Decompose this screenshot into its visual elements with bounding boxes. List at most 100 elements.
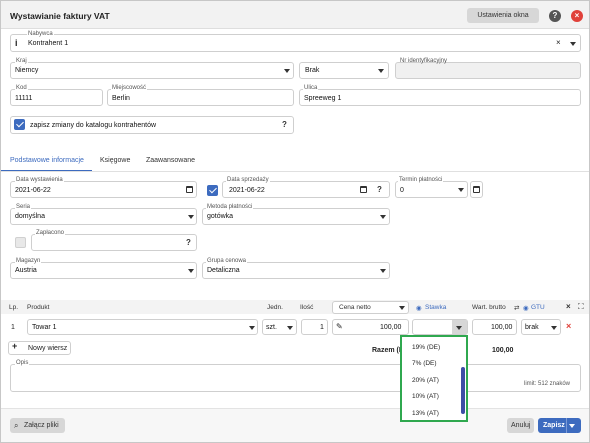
chevron-down-icon[interactable] bbox=[456, 326, 462, 330]
street-value: Spreeweg 1 bbox=[304, 95, 342, 102]
attach-files-button[interactable]: ⌕ Załącz pliki bbox=[10, 418, 65, 433]
chevron-down-icon[interactable] bbox=[380, 269, 386, 273]
delete-row-icon[interactable]: × bbox=[566, 321, 571, 331]
total-value: 100,00 bbox=[492, 347, 514, 354]
warehouse-label: Magazyn bbox=[15, 258, 42, 264]
rate-eye-icon[interactable]: ◉ bbox=[416, 304, 422, 312]
col-rate[interactable]: Stawka bbox=[425, 304, 446, 311]
sale-date-value: 2021-06-22 bbox=[229, 187, 265, 194]
pencil-icon[interactable]: ✎ bbox=[336, 322, 343, 331]
invoice-window: Wystawianie faktury VAT Ustawienia okna … bbox=[0, 0, 590, 443]
rate-option[interactable]: 13% (AT) bbox=[412, 410, 439, 417]
chevron-down-icon[interactable] bbox=[570, 42, 576, 46]
attach-files-label: Załącz pliki bbox=[24, 422, 59, 429]
chevron-down-icon[interactable] bbox=[569, 424, 575, 428]
save-button[interactable]: Zapisz bbox=[538, 418, 581, 433]
chevron-down-icon[interactable] bbox=[458, 188, 464, 192]
chevron-down-icon[interactable] bbox=[188, 215, 194, 219]
paid-checkbox[interactable] bbox=[15, 237, 26, 248]
warehouse-value: Austria bbox=[15, 267, 37, 274]
dropdown-scrollbar[interactable] bbox=[461, 367, 465, 414]
city-field[interactable] bbox=[107, 89, 294, 106]
help-icon[interactable]: ? bbox=[549, 10, 561, 22]
expand-icon[interactable]: ⛶ bbox=[578, 302, 584, 312]
series-label: Seria bbox=[15, 204, 32, 210]
rate-option[interactable]: 7% (DE) bbox=[412, 360, 437, 367]
row-qty: 1 bbox=[320, 324, 324, 331]
vat-status-value: Brak bbox=[305, 67, 320, 74]
window-title: Wystawianie faktury VAT bbox=[10, 11, 110, 21]
help-icon[interactable]: ? bbox=[282, 120, 287, 129]
chevron-down-icon[interactable] bbox=[551, 326, 557, 330]
taxid-field bbox=[395, 62, 581, 79]
window-settings-button[interactable]: Ustawienia okna bbox=[467, 8, 539, 23]
close-icon[interactable]: × bbox=[571, 10, 583, 22]
chevron-down-icon[interactable] bbox=[287, 326, 293, 330]
col-lp: Lp. bbox=[9, 304, 19, 311]
close-icon[interactable]: × bbox=[566, 302, 571, 311]
postcode-value: 11111 bbox=[15, 95, 33, 102]
city-label: Miejscowość bbox=[111, 85, 148, 91]
save-changes-label: zapisz zmiany do katalogu kontrahentów bbox=[30, 122, 157, 129]
row-lp: 1 bbox=[11, 324, 15, 331]
tab-accounting[interactable]: Księgowe bbox=[100, 157, 130, 164]
col-price-type: Cena netto bbox=[339, 304, 371, 311]
col-product: Produkt bbox=[27, 304, 50, 311]
col-gtu[interactable]: GTU bbox=[531, 304, 545, 311]
product-select[interactable] bbox=[27, 319, 258, 335]
sale-date-checkbox[interactable] bbox=[207, 185, 218, 196]
tab-basic-info[interactable]: Podstawowe informacje bbox=[10, 157, 84, 164]
notes-label: Opis bbox=[15, 360, 30, 366]
chevron-down-icon[interactable] bbox=[378, 69, 384, 73]
chevron-down-icon[interactable] bbox=[249, 326, 255, 330]
save-label: Zapisz bbox=[543, 422, 565, 429]
help-icon[interactable]: ? bbox=[377, 185, 382, 194]
tab-advanced[interactable]: Zaawansowane bbox=[146, 157, 195, 164]
issue-date-label: Data wystawienia bbox=[15, 177, 64, 183]
postcode-label: Kod bbox=[15, 85, 28, 91]
payment-method-label: Metoda płatności bbox=[206, 204, 254, 210]
row-gtu: brak bbox=[525, 324, 539, 331]
country-label: Kraj bbox=[15, 58, 28, 64]
rate-dropdown: 19% (DE) 7% (DE) 20% (AT) 10% (AT) 13% (… bbox=[400, 335, 468, 422]
taxid-label: Nr identyfikacyjny bbox=[400, 58, 448, 64]
calendar-icon[interactable] bbox=[186, 186, 193, 193]
notes-field[interactable] bbox=[10, 364, 581, 392]
chevron-down-icon[interactable] bbox=[399, 306, 405, 310]
total-label: Razem (E bbox=[372, 347, 404, 354]
series-value: domyślna bbox=[15, 213, 45, 220]
add-row-label: Nowy wiersz bbox=[28, 345, 68, 352]
save-changes-checkbox[interactable] bbox=[14, 119, 25, 130]
chevron-down-icon[interactable] bbox=[188, 269, 194, 273]
row-product: Towar 1 bbox=[32, 324, 57, 331]
calendar-icon[interactable] bbox=[360, 186, 367, 193]
cancel-button[interactable]: Anuluj bbox=[507, 418, 534, 433]
issue-date-value: 2021-06-22 bbox=[15, 187, 51, 194]
buyer-label: Nabywca bbox=[27, 31, 54, 37]
sort-icon[interactable]: ⇄ bbox=[514, 304, 519, 312]
help-icon[interactable]: ? bbox=[186, 238, 191, 247]
col-qty: Ilość bbox=[300, 304, 314, 311]
clear-icon[interactable]: × bbox=[556, 38, 561, 47]
payment-term-label: Termin płatności bbox=[398, 177, 444, 183]
tab-divider bbox=[1, 171, 589, 172]
paid-label: Zapłacono bbox=[35, 230, 66, 236]
buyer-field[interactable] bbox=[10, 34, 581, 52]
footer-bar bbox=[1, 408, 589, 442]
row-gross: 100,00 bbox=[491, 324, 513, 331]
sale-date-label: Data sprzedaży bbox=[226, 177, 270, 183]
rate-option[interactable]: 10% (AT) bbox=[412, 393, 439, 400]
gtu-eye-icon[interactable]: ◉ bbox=[523, 304, 529, 312]
chevron-down-icon[interactable] bbox=[284, 69, 290, 73]
row-price: 100,00 bbox=[380, 324, 402, 331]
warehouse-select[interactable] bbox=[10, 262, 197, 279]
paid-field[interactable] bbox=[31, 234, 197, 251]
country-select[interactable] bbox=[10, 62, 294, 79]
col-gross: Wart. brutto bbox=[472, 304, 506, 311]
rate-option[interactable]: 20% (AT) bbox=[412, 377, 439, 384]
plus-icon: + bbox=[12, 341, 18, 351]
rate-option[interactable]: 19% (DE) bbox=[412, 344, 440, 351]
street-label: Ulica bbox=[303, 85, 319, 91]
title-bar: Wystawianie faktury VAT Ustawienia okna … bbox=[1, 1, 589, 29]
chevron-down-icon[interactable] bbox=[380, 215, 386, 219]
